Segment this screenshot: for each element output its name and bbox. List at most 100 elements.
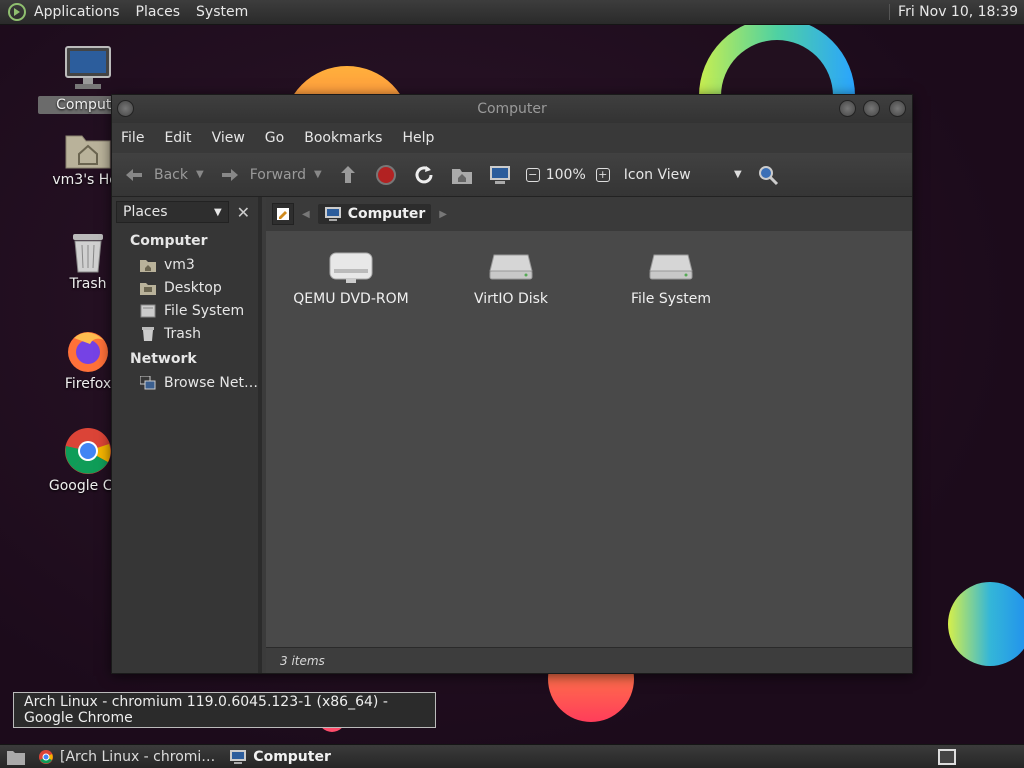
window-menu-button[interactable] [117, 100, 134, 117]
crumb-left-arrow-icon[interactable]: ◀ [302, 209, 310, 220]
sidebar-item-label: vm3 [164, 256, 195, 273]
pencil-icon [277, 208, 289, 220]
sidebar-item-label: File System [164, 302, 245, 319]
zoom-in-icon[interactable]: + [595, 167, 610, 182]
sidebar-item-vm3[interactable]: vm3 [112, 253, 258, 276]
trash-icon [142, 326, 154, 341]
menu-go[interactable]: Go [265, 130, 284, 146]
workspace-switcher[interactable] [938, 749, 956, 765]
sidebar-item-trash[interactable]: Trash [112, 322, 258, 345]
desktop-folder-icon [140, 282, 156, 295]
menu-edit[interactable]: Edit [164, 130, 191, 146]
menu-places[interactable]: Places [136, 4, 181, 20]
bottom-panel: [Arch Linux - chromi… Computer [0, 744, 1024, 768]
file-manager-window: Computer File Edit View Go Bookmarks Hel… [111, 94, 913, 674]
back-button[interactable]: Back ▼ [122, 163, 204, 187]
forward-button[interactable]: Forward ▼ [218, 163, 322, 187]
network-icon [140, 375, 156, 389]
computer-icon [65, 46, 111, 89]
computer-icon [230, 749, 247, 764]
home-folder-icon [451, 168, 472, 184]
up-arrow-icon [340, 165, 355, 183]
menu-applications[interactable]: Applications [34, 4, 120, 20]
search-button[interactable] [756, 163, 780, 187]
chevron-down-icon: ▼ [734, 169, 742, 180]
computer-icon [489, 165, 510, 184]
file-item-label: File System [630, 291, 712, 307]
edit-location-button[interactable] [272, 203, 294, 225]
file-item-virtio-disk[interactable]: VirtIO Disk [436, 249, 586, 307]
trash-icon [73, 234, 103, 273]
close-button[interactable] [889, 100, 906, 117]
up-button[interactable] [336, 163, 360, 187]
reload-button[interactable] [412, 163, 436, 187]
taskbar-tooltip: Arch Linux - chromium 119.0.6045.123-1 (… [13, 692, 436, 728]
menu-view[interactable]: View [212, 130, 245, 146]
forward-label: Forward [249, 166, 307, 183]
back-history-dropdown-icon[interactable]: ▼ [196, 169, 204, 180]
decor-gradient-circle-right [948, 582, 1024, 666]
back-label: Back [154, 166, 188, 183]
hard-disk-icon [649, 254, 693, 280]
menu-bookmarks[interactable]: Bookmarks [304, 130, 382, 146]
back-arrow-icon [126, 168, 142, 181]
arch-logo-icon[interactable] [7, 2, 27, 22]
toolbar: Back ▼ Forward ▼ − 100% + Icon View ▼ [112, 153, 912, 197]
breadcrumb-label: Computer [347, 206, 426, 222]
close-icon: ✕ [236, 202, 251, 222]
sidebar-item-browse-network[interactable]: Browse Net… [112, 371, 258, 394]
task-label: Computer [253, 748, 331, 765]
window-titlebar[interactable]: Computer [112, 95, 912, 123]
window-title: Computer [477, 101, 547, 117]
chrome-icon [65, 428, 111, 474]
computer-icon [324, 207, 341, 221]
crumb-right-arrow-icon[interactable]: ▶ [439, 209, 447, 220]
sidebar-item-label: Desktop [164, 279, 222, 296]
menubar: File Edit View Go Bookmarks Help [112, 123, 912, 153]
sidebar-close-button[interactable]: ✕ [233, 201, 254, 223]
sidebar: Places ▼ ✕ Computer vm3 Desktop File Sys… [112, 197, 262, 673]
task-chrome[interactable]: [Arch Linux - chromi… [38, 749, 215, 765]
forward-history-dropdown-icon[interactable]: ▼ [314, 169, 322, 180]
zoom-control: − 100% + [525, 166, 610, 183]
sidebar-group-network: Network [130, 351, 197, 367]
icon-grid: QEMU DVD-ROM VirtIO Disk File System [266, 231, 912, 621]
chevron-down-icon: ▼ [214, 206, 222, 218]
file-view: ◀ Computer ▶ QEMU DVD-ROM VirtIO Disk Fi… [266, 197, 912, 673]
minimize-button[interactable] [839, 100, 856, 117]
home-folder-icon [140, 259, 156, 272]
clock[interactable]: Fri Nov 10, 18:39 [889, 4, 1018, 20]
chrome-icon [39, 749, 53, 764]
menu-file[interactable]: File [121, 130, 144, 146]
sidebar-item-file-system[interactable]: File System [112, 299, 258, 322]
task-computer[interactable]: Computer [229, 749, 331, 765]
file-item-label: VirtIO Disk [473, 291, 549, 307]
home-folder-icon [65, 135, 111, 169]
menu-system[interactable]: System [196, 4, 248, 20]
sidebar-item-label: Browse Net… [164, 374, 259, 391]
sidebar-type-value: Places [123, 204, 168, 220]
reload-icon [415, 165, 433, 183]
zoom-level: 100% [545, 166, 586, 183]
sidebar-group-computer: Computer [130, 233, 208, 249]
computer-button[interactable] [488, 163, 512, 187]
sidebar-type-select[interactable]: Places ▼ [116, 201, 229, 223]
home-button[interactable] [450, 163, 474, 187]
menu-help[interactable]: Help [402, 130, 434, 146]
zoom-out-icon[interactable]: − [525, 167, 540, 182]
view-mode-select[interactable]: Icon View ▼ [624, 167, 742, 183]
file-item-label: QEMU DVD-ROM [293, 291, 409, 307]
stop-icon [375, 164, 396, 185]
breadcrumb-computer[interactable]: Computer [317, 204, 432, 224]
show-desktop-button[interactable] [4, 745, 28, 768]
task-label: [Arch Linux - chromi… [60, 748, 216, 765]
file-item-dvd-rom[interactable]: QEMU DVD-ROM [276, 249, 426, 307]
file-item-file-system[interactable]: File System [596, 249, 746, 307]
file-system-icon [140, 304, 156, 317]
top-panel: Applications Places System Fri Nov 10, 1… [0, 0, 1024, 25]
stop-button[interactable] [374, 163, 398, 187]
firefox-icon [68, 332, 108, 372]
item-count: 3 items [280, 653, 325, 668]
sidebar-item-desktop[interactable]: Desktop [112, 276, 258, 299]
maximize-button[interactable] [863, 100, 880, 117]
